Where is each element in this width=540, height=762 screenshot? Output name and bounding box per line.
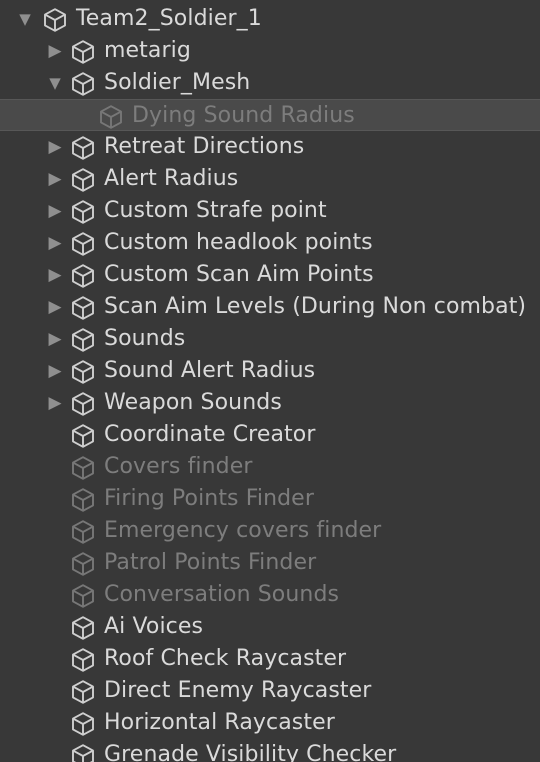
gameobject-icon <box>70 199 96 225</box>
collapse-arrow-icon[interactable]: ▶ <box>44 232 66 254</box>
collapse-arrow-icon[interactable]: ▶ <box>44 168 66 190</box>
gameobject-icon <box>98 104 124 130</box>
collapse-arrow-icon[interactable]: ▶ <box>44 392 66 414</box>
hierarchy-item-label: Custom Strafe point <box>104 198 327 223</box>
hierarchy-item-label: Conversation Sounds <box>104 582 340 607</box>
hierarchy-item[interactable]: ▶ Scan Aim Levels (During Non combat) <box>0 291 540 323</box>
hierarchy-item-label: Horizontal Raycaster <box>104 710 335 735</box>
hierarchy-item-label: Patrol Points Finder <box>104 550 317 575</box>
hierarchy-item-label: Soldier_Mesh <box>104 70 251 95</box>
hierarchy-item-label: Custom Scan Aim Points <box>104 262 374 287</box>
hierarchy-item-label: Ai Voices <box>104 614 204 639</box>
gameobject-icon <box>70 455 96 481</box>
gameobject-icon <box>70 359 96 385</box>
hierarchy-item-label: Firing Points Finder <box>104 486 314 511</box>
hierarchy-item-label: Scan Aim Levels (During Non combat) <box>104 294 527 319</box>
hierarchy-item[interactable]: ▶ Alert Radius <box>0 163 540 195</box>
hierarchy-item-label: Dying Sound Radius <box>132 103 355 128</box>
collapse-arrow-icon[interactable]: ▶ <box>44 328 66 350</box>
hierarchy-item[interactable]: Grenade Visibility Checker <box>0 739 540 762</box>
collapse-arrow-icon[interactable]: ▶ <box>44 296 66 318</box>
hierarchy-item[interactable]: Horizontal Raycaster <box>0 707 540 739</box>
hierarchy-item-label: Weapon Sounds <box>104 390 282 415</box>
gameobject-icon <box>70 647 96 673</box>
collapse-arrow-icon[interactable]: ▶ <box>44 264 66 286</box>
hierarchy-item-label: Team2_Soldier_1 <box>76 6 262 31</box>
hierarchy-item[interactable]: Patrol Points Finder <box>0 547 540 579</box>
hierarchy-item[interactable]: ▶ Custom Strafe point <box>0 195 540 227</box>
hierarchy-item-label: Custom headlook points <box>104 230 373 255</box>
gameobject-icon <box>70 295 96 321</box>
hierarchy-item[interactable]: ▶ Sounds <box>0 323 540 355</box>
hierarchy-item[interactable]: ▶ metarig <box>0 35 540 67</box>
hierarchy-item-label: Coordinate Creator <box>104 422 316 447</box>
hierarchy-item[interactable]: Covers finder <box>0 451 540 483</box>
hierarchy-item[interactable]: ▶ Weapon Sounds <box>0 387 540 419</box>
hierarchy-item-label: Sound Alert Radius <box>104 358 316 383</box>
hierarchy-item-label: metarig <box>104 38 191 63</box>
gameobject-icon <box>70 583 96 609</box>
hierarchy-item-label: Emergency covers finder <box>104 518 382 543</box>
hierarchy-item[interactable]: ▶ Sound Alert Radius <box>0 355 540 387</box>
gameobject-icon <box>70 167 96 193</box>
gameobject-icon <box>70 39 96 65</box>
gameobject-icon <box>70 519 96 545</box>
hierarchy-item-label: Grenade Visibility Checker <box>104 742 397 762</box>
hierarchy-item-label: Retreat Directions <box>104 134 305 159</box>
hierarchy-item[interactable]: Coordinate Creator <box>0 419 540 451</box>
gameobject-icon <box>70 743 96 762</box>
hierarchy-item[interactable]: Roof Check Raycaster <box>0 643 540 675</box>
gameobject-icon <box>70 391 96 417</box>
gameobject-icon <box>70 71 96 97</box>
hierarchy-item-label: Alert Radius <box>104 166 239 191</box>
hierarchy-item[interactable]: ▶ Retreat Directions <box>0 131 540 163</box>
hierarchy-item-label: Sounds <box>104 326 186 351</box>
hierarchy-item[interactable]: Direct Enemy Raycaster <box>0 675 540 707</box>
gameobject-icon <box>70 263 96 289</box>
hierarchy-item[interactable]: ▼ Team2_Soldier_1 <box>0 3 540 35</box>
hierarchy-item[interactable]: Firing Points Finder <box>0 483 540 515</box>
hierarchy-item[interactable]: Ai Voices <box>0 611 540 643</box>
hierarchy-item[interactable]: ▼ Soldier_Mesh <box>0 67 540 99</box>
expand-arrow-icon[interactable]: ▼ <box>14 8 36 30</box>
hierarchy-item[interactable]: ▶ Custom Scan Aim Points <box>0 259 540 291</box>
expand-arrow-icon[interactable]: ▼ <box>44 72 66 94</box>
gameobject-icon <box>70 135 96 161</box>
gameobject-icon <box>70 423 96 449</box>
hierarchy-item[interactable]: Emergency covers finder <box>0 515 540 547</box>
collapse-arrow-icon[interactable]: ▶ <box>44 40 66 62</box>
hierarchy-item[interactable]: ▶ Custom headlook points <box>0 227 540 259</box>
gameobject-icon <box>70 551 96 577</box>
hierarchy-item-label: Covers finder <box>104 454 253 479</box>
gameobject-icon <box>70 231 96 257</box>
gameobject-icon <box>70 711 96 737</box>
gameobject-icon <box>70 679 96 705</box>
gameobject-icon <box>42 7 68 33</box>
collapse-arrow-icon[interactable]: ▶ <box>44 360 66 382</box>
gameobject-icon <box>70 615 96 641</box>
hierarchy-item[interactable]: Conversation Sounds <box>0 579 540 611</box>
hierarchy-panel: ▼ Team2_Soldier_1 ▶ metarig ▼ Soldier_Mesh Dyi… <box>0 0 540 762</box>
collapse-arrow-icon[interactable]: ▶ <box>44 200 66 222</box>
gameobject-icon <box>70 487 96 513</box>
collapse-arrow-icon[interactable]: ▶ <box>44 136 66 158</box>
hierarchy-item[interactable]: Dying Sound Radius <box>0 99 540 131</box>
gameobject-icon <box>70 327 96 353</box>
hierarchy-item-label: Roof Check Raycaster <box>104 646 347 671</box>
hierarchy-item-label: Direct Enemy Raycaster <box>104 678 372 703</box>
